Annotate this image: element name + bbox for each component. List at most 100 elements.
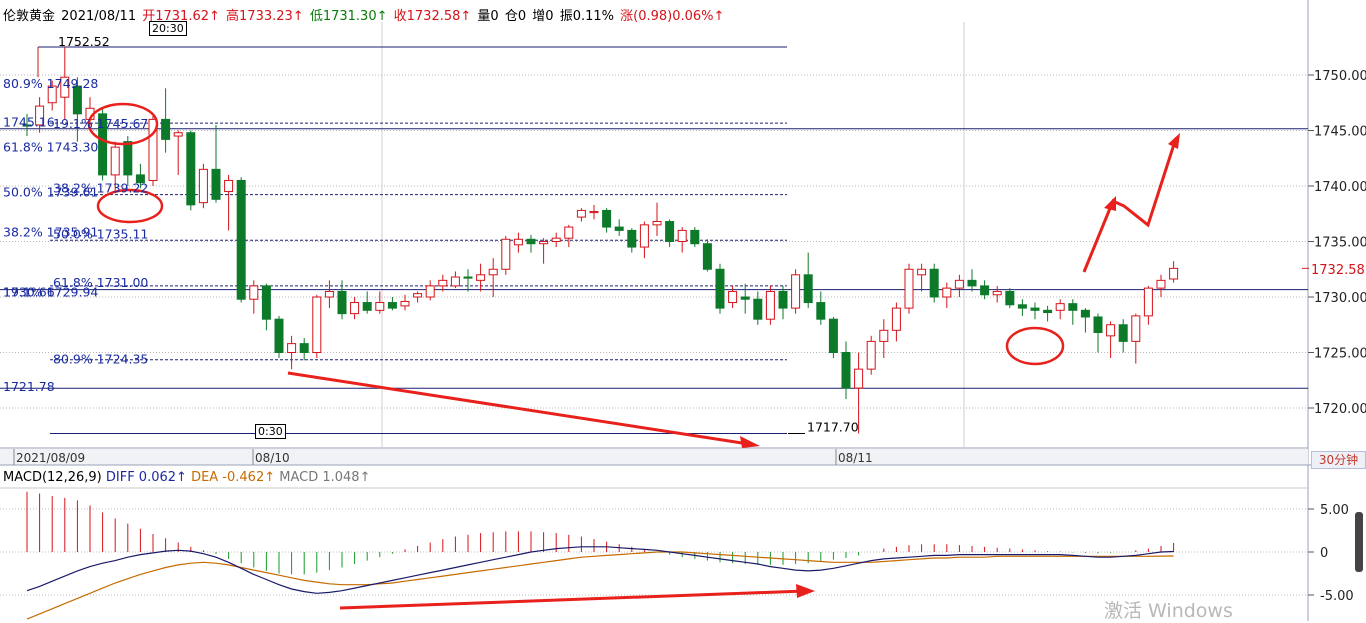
fib-label: 1721.78 [3, 379, 55, 394]
candle-body [236, 179, 246, 300]
candle-body [564, 226, 574, 239]
candle-body [299, 343, 309, 353]
candle-body [816, 302, 826, 320]
fib-label: 38.2% 1739.22 [53, 181, 148, 196]
candle-body [261, 285, 271, 320]
fib-label: 1745.16 [3, 115, 55, 130]
candle-body [249, 285, 259, 300]
candle-body [287, 343, 297, 353]
candle-body [463, 276, 473, 279]
candle-body [652, 221, 662, 226]
candle-body [1143, 287, 1153, 317]
candle-body [198, 168, 208, 204]
candle-body [677, 229, 687, 242]
candle-body [715, 268, 725, 309]
annotations [37, 47, 1309, 610]
candle-body [1131, 315, 1141, 342]
macd-name: MACD(12,26,9) [3, 470, 102, 485]
candle-body [476, 274, 486, 281]
candle-body [954, 279, 964, 289]
candle-body [1043, 309, 1053, 314]
annotation-ellipse [1005, 326, 1065, 366]
annotation-arrowhead [1104, 196, 1116, 211]
candle-body [1156, 279, 1166, 289]
candle-body [375, 302, 385, 311]
chart-grid [0, 0, 1366, 621]
candle-body [891, 307, 901, 331]
last-price-label: 1732.58 [1311, 263, 1365, 278]
candle-body [450, 276, 460, 287]
candle-body [980, 285, 990, 296]
annotation-arrowhead [796, 584, 815, 598]
fib-label: 61.8% 1743.30 [3, 139, 98, 154]
candle-body [589, 211, 599, 214]
fib-label: 1717.70 [807, 420, 859, 435]
candle-body [841, 352, 851, 389]
candle-body [350, 302, 360, 315]
candle-body [740, 296, 750, 300]
cursor-time-bottom: 0:30 [255, 424, 286, 439]
candle-body [702, 243, 712, 270]
fib-label: 50.0% 1735.11 [53, 226, 148, 241]
candle-body [425, 285, 435, 298]
candle-body [387, 302, 397, 309]
candle-body [1005, 290, 1015, 306]
candle-body [1106, 324, 1116, 337]
candle-body [866, 340, 876, 370]
candle-body [211, 168, 221, 200]
macd-diff: DIFF 0.062↑ [105, 470, 187, 485]
candlestick-chart[interactable]: 1750.00 1745.00 1740.00 1735.00 1730.00 1725.… [0, 0, 1366, 621]
candle-body [904, 268, 914, 309]
candle-body [312, 296, 322, 353]
quote-header: 伦敦黄金 2021/08/11 开1731.62↑ 高1733.23↑ 低173… [3, 5, 726, 24]
macd-value: MACD 1.048↑ [279, 470, 371, 485]
chart-labels: 1750.00 1745.00 1740.00 1735.00 1730.00 1725.… [3, 34, 1366, 604]
x-axis-label: 08/11 [838, 451, 873, 465]
high-price: 高1733.23↑ [226, 9, 304, 24]
annotation-arrow-line [339, 589, 806, 610]
y-tick-label: 1750.00 [1314, 69, 1366, 84]
candle-body [1055, 303, 1065, 311]
candle-body [539, 241, 549, 245]
candle-body [627, 229, 637, 248]
close-price: 收1732.58↑ [393, 9, 472, 24]
candle-body [753, 298, 763, 320]
candle-body [413, 293, 423, 298]
candle-body [992, 290, 1002, 296]
candle-body [1030, 307, 1040, 311]
candle-body [400, 300, 410, 307]
candle-body [728, 290, 738, 304]
macd-tick-label: 0 [1320, 546, 1328, 561]
scrollbar[interactable] [1355, 512, 1363, 572]
candle-body [1169, 267, 1179, 280]
candle-body [765, 290, 775, 320]
candle-body [929, 268, 939, 298]
candle-body [576, 209, 586, 218]
increase: 增0 [532, 9, 554, 24]
candle-body [967, 279, 977, 287]
candle-body [602, 209, 612, 228]
candle-body [879, 329, 889, 342]
volume: 量0 [477, 9, 499, 24]
fib-label: 80.9% 1749.28 [3, 76, 98, 91]
candle-body [526, 238, 536, 245]
candle-body [614, 226, 624, 231]
candle-body [324, 290, 334, 298]
candle-body [173, 132, 183, 137]
candle-body [854, 368, 864, 389]
macd-tick-label: -5.00 [1320, 589, 1354, 604]
candle-body [803, 274, 813, 304]
diff-line [26, 546, 1174, 594]
candle-body [274, 318, 284, 354]
period-button[interactable]: 30分钟 [1311, 451, 1366, 469]
fib-label: 19.1% 1745.67 [53, 116, 148, 131]
windows-watermark: 激活 Windows [1104, 600, 1233, 622]
y-tick-label: 1725.00 [1314, 347, 1366, 362]
fib-label: 80.9% 1724.35 [53, 352, 148, 367]
fib-label: 19.1% 1729.94 [3, 285, 98, 300]
candle-body [551, 237, 561, 242]
macd-header: MACD(12,26,9) DIFF 0.062↑ DEA -0.462↑ MA… [3, 470, 370, 485]
cursor-time-top: 20:30 [149, 21, 187, 36]
x-axis-label: 08/10 [255, 451, 290, 465]
candle-body [110, 146, 120, 176]
